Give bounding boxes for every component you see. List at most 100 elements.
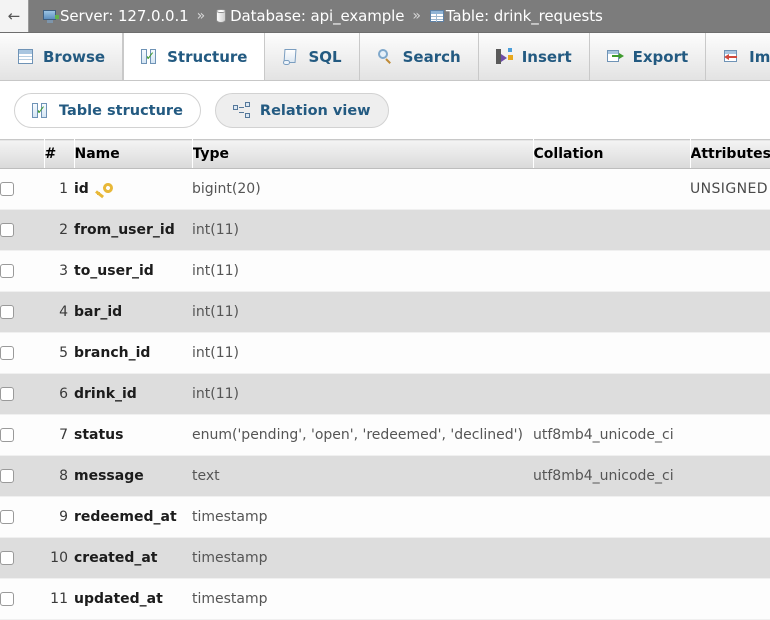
column-header-type[interactable]: Type (192, 139, 534, 169)
column-header-select[interactable] (0, 139, 45, 169)
column-type: int(11) (192, 250, 533, 292)
row-checkbox[interactable] (0, 428, 14, 442)
row-checkbox-cell[interactable] (0, 332, 44, 374)
column-name: branch_id (74, 332, 192, 374)
column-collation (533, 496, 690, 538)
row-checkbox-cell[interactable] (0, 496, 44, 538)
column-header-collation[interactable]: Collation (533, 139, 691, 169)
row-number: 5 (44, 332, 74, 374)
column-type: timestamp (192, 537, 533, 579)
column-attributes (690, 209, 770, 251)
column-header-name[interactable]: Name (74, 139, 193, 169)
row-number: 6 (44, 373, 74, 415)
column-type: timestamp (192, 578, 533, 620)
main-tab-bar: Browse ✓ Structure SQL Search Insert Exp… (0, 33, 770, 81)
row-checkbox-cell[interactable] (0, 537, 44, 579)
breadcrumb-item-server[interactable]: Server: 127.0.0.1 (43, 7, 189, 25)
column-header-number[interactable]: # (44, 139, 75, 169)
subtab-table-structure[interactable]: ✓ Table structure (14, 93, 201, 128)
export-icon (606, 48, 624, 65)
column-attributes (690, 455, 770, 497)
column-attributes (690, 414, 770, 456)
column-attributes (690, 291, 770, 333)
column-attributes (690, 373, 770, 415)
breadcrumb-item-database[interactable]: Database: api_example (213, 7, 404, 25)
tab-export[interactable]: Export (590, 33, 707, 80)
breadcrumb-server-label: Server: 127.0.0.1 (60, 7, 189, 25)
row-checkbox[interactable] (0, 182, 14, 196)
column-attributes (690, 250, 770, 292)
tab-sql[interactable]: SQL (265, 33, 360, 80)
column-name: to_user_id (74, 250, 192, 292)
search-icon (377, 48, 394, 65)
row-checkbox[interactable] (0, 592, 14, 606)
sql-icon (282, 48, 299, 65)
row-checkbox[interactable] (0, 346, 14, 360)
column-attributes (690, 537, 770, 579)
back-button[interactable]: ← (0, 0, 29, 32)
subtab-relation-view-label: Relation view (259, 102, 371, 119)
table-row[interactable]: 7 status enum('pending', 'open', 'redeem… (0, 414, 770, 456)
row-number: 10 (44, 537, 74, 579)
column-type: bigint(20) (192, 168, 533, 210)
row-number: 9 (44, 496, 74, 538)
row-checkbox-cell[interactable] (0, 414, 44, 456)
table-row[interactable]: 10 created_at timestamp (0, 537, 770, 579)
database-icon (213, 8, 229, 24)
row-number: 4 (44, 291, 74, 333)
table-row[interactable]: 5 branch_id int(11) (0, 332, 770, 374)
column-name: from_user_id (74, 209, 192, 251)
column-collation: utf8mb4_unicode_ci (533, 414, 690, 456)
tab-import[interactable]: Import (706, 33, 770, 80)
row-checkbox[interactable] (0, 469, 14, 483)
column-type: timestamp (192, 496, 533, 538)
column-name: id (74, 181, 89, 197)
column-name: redeemed_at (74, 496, 192, 538)
table-row[interactable]: 11 updated_at timestamp (0, 578, 770, 620)
subtab-table-structure-label: Table structure (59, 102, 183, 119)
row-checkbox-cell[interactable] (0, 291, 44, 333)
column-name: drink_id (74, 373, 192, 415)
row-checkbox[interactable] (0, 551, 14, 565)
row-checkbox-cell[interactable] (0, 578, 44, 620)
breadcrumb-database-label: Database: api_example (230, 7, 405, 25)
table-icon (429, 8, 445, 24)
table-row[interactable]: 9 redeemed_at timestamp (0, 496, 770, 538)
row-checkbox-cell[interactable] (0, 250, 44, 292)
row-checkbox-cell[interactable] (0, 455, 44, 497)
table-row[interactable]: 3 to_user_id int(11) (0, 250, 770, 292)
breadcrumb-item-table[interactable]: Table: drink_requests (429, 7, 603, 25)
row-checkbox[interactable] (0, 510, 14, 524)
column-header-attributes[interactable]: Attributes (690, 139, 770, 169)
column-name: bar_id (74, 291, 192, 333)
table-row[interactable]: 1 id bigint(20) UNSIGNED (0, 168, 770, 210)
breadcrumb: Server: 127.0.0.1 » Database: api_exampl… (29, 7, 603, 25)
row-checkbox-cell[interactable] (0, 373, 44, 415)
column-collation (533, 291, 690, 333)
tab-structure[interactable]: ✓ Structure (123, 33, 266, 80)
tab-insert[interactable]: Insert (479, 33, 590, 80)
row-checkbox-cell[interactable] (0, 168, 44, 210)
subtab-relation-view[interactable]: Relation view (214, 93, 389, 128)
table-row[interactable]: 2 from_user_id int(11) (0, 209, 770, 251)
table-row[interactable]: 8 message text utf8mb4_unicode_ci (0, 455, 770, 497)
breadcrumb-separator-2: » (412, 8, 421, 24)
tab-browse[interactable]: Browse (0, 33, 124, 80)
column-collation: utf8mb4_unicode_ci (533, 455, 690, 497)
table-row[interactable]: 4 bar_id int(11) (0, 291, 770, 333)
tab-import-label: Import (749, 47, 770, 66)
tab-export-label: Export (632, 47, 689, 66)
import-icon (723, 48, 740, 65)
column-type: int(11) (192, 209, 533, 251)
row-checkbox[interactable] (0, 305, 14, 319)
column-name-cell: id (74, 168, 192, 210)
column-collation (533, 578, 690, 620)
table-row[interactable]: 6 drink_id int(11) (0, 373, 770, 415)
row-checkbox[interactable] (0, 223, 14, 237)
row-checkbox[interactable] (0, 264, 14, 278)
tab-search[interactable]: Search (360, 33, 479, 80)
insert-icon (495, 48, 513, 65)
row-checkbox-cell[interactable] (0, 209, 44, 251)
table-body: 1 id bigint(20) UNSIGNED 2 from_user_id … (0, 168, 770, 620)
row-checkbox[interactable] (0, 387, 14, 401)
